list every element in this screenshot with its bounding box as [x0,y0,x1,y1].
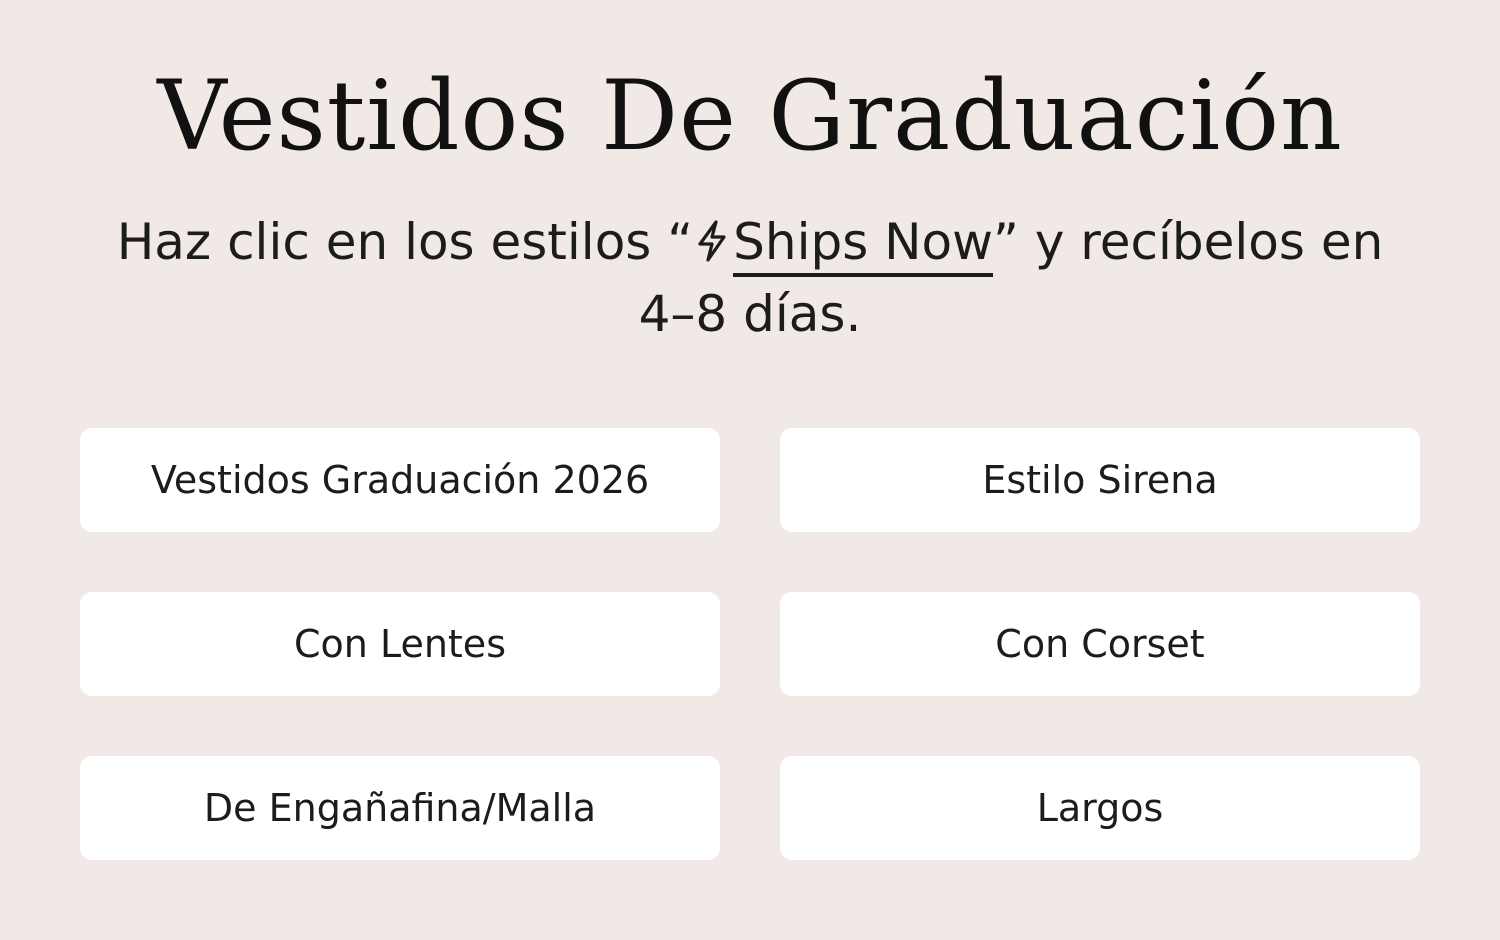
ships-now-promo-text: Haz clic en los estilos “ Ships Now” y re… [100,206,1400,350]
promo-delivery-days: 4–8 días. [638,285,862,343]
category-button-largos[interactable]: Largos [780,756,1420,860]
category-button-con-corset[interactable]: Con Corset [780,592,1420,696]
ships-now-link[interactable]: Ships Now [733,213,994,277]
page-title: Vestidos De Graduación [157,60,1343,172]
promo-text-before: Haz clic en los estilos “ [116,213,694,271]
category-button-estilo-sirena[interactable]: Estilo Sirena [780,428,1420,532]
category-button-con-lentes[interactable]: Con Lentes [80,592,720,696]
category-button-graduacion-2026[interactable]: Vestidos Graduación 2026 [80,428,720,532]
category-grid: Vestidos Graduación 2026 Estilo Sirena C… [80,428,1420,860]
category-button-enganafina-malla[interactable]: De Engañafina/Malla [80,756,720,860]
promo-text-after: ” y recíbelos en [993,213,1384,271]
lightning-bolt-icon [695,219,729,263]
page: Vestidos De Graduación Haz clic en los e… [0,0,1500,940]
